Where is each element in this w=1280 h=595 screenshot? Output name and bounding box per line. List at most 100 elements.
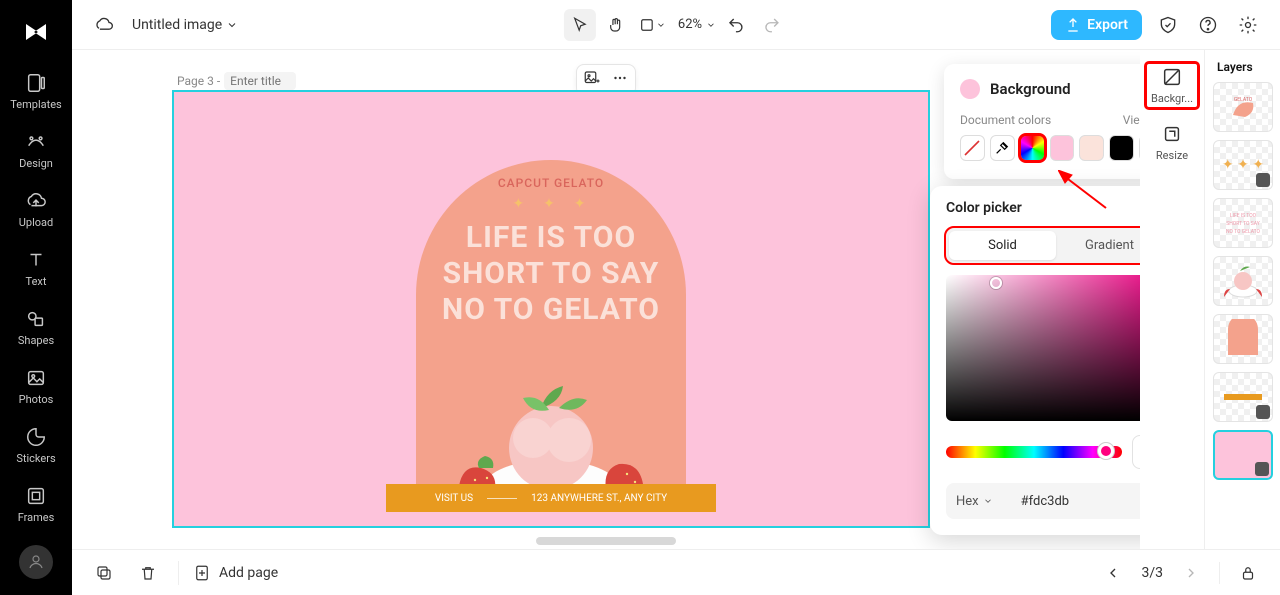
add-page-button[interactable]: Add page [178,561,278,585]
document-name-text: Untitled image [132,17,222,33]
layer-thumb[interactable] [1213,430,1273,480]
right-tool-label: Resize [1156,149,1188,162]
doc-colors-label: Document colors [960,113,1051,127]
chevron-down-icon [983,496,993,506]
color-chip[interactable] [1109,135,1134,161]
picker-tabs: Solid Gradient [946,228,1140,263]
crop-tool[interactable] [636,9,668,41]
color-format-select[interactable]: Hex [956,494,993,509]
color-chip[interactable] [1050,135,1075,161]
design-headline[interactable]: LIFE IS TOO SHORT TO SAY NO TO GELATO [416,220,686,328]
add-page-label: Add page [219,565,278,581]
export-button-label: Export [1087,17,1128,33]
pages-overview-icon[interactable] [90,559,118,587]
right-tools-column: Backgr... Resize [1140,50,1204,595]
tab-gradient[interactable]: Gradient [1056,231,1140,260]
image-plus-icon[interactable] [583,69,601,91]
current-bg-swatch [960,79,980,99]
color-chip[interactable] [1139,135,1140,161]
lock-icon[interactable] [1234,559,1262,587]
headline-line-2: SHORT TO SAY [416,256,686,292]
hex-row: Hex #fdc3db [946,483,1140,519]
svg-text:✦ ✦ ✦: ✦ ✦ ✦ [1221,157,1263,173]
redo-button[interactable] [756,9,788,41]
user-avatar[interactable] [19,545,53,579]
page-title-input[interactable] [224,72,296,90]
more-icon[interactable] [611,69,629,91]
zoom-level[interactable]: 62% [678,17,716,32]
color-picker-chip[interactable] [1020,135,1045,161]
color-chip[interactable] [1079,135,1104,161]
sidebar-item-label: Templates [10,98,61,111]
visit-bar[interactable]: VISIT US 123 ANYWHERE ST., ANY CITY [386,484,716,512]
sidebar-item-shapes[interactable]: Shapes [0,298,72,357]
bottom-bar: Add page 3/3 [72,549,1280,595]
app-logo[interactable] [20,16,52,48]
pager: 3/3 [1099,559,1262,587]
sidebar-item-photos[interactable]: Photos [0,357,72,416]
sidebar-item-upload[interactable]: Upload [0,180,72,239]
chevron-down-icon [706,20,716,30]
upload-icon [1065,17,1081,33]
document-name[interactable]: Untitled image [132,17,238,33]
cloud-icon[interactable] [90,11,118,39]
color-chip-none[interactable] [960,135,985,161]
svg-text:GELATO: GELATO [1233,97,1252,103]
hand-tool[interactable] [600,9,632,41]
export-button[interactable]: Export [1051,10,1142,40]
select-tool[interactable] [564,9,596,41]
layer-badge-icon [1256,173,1270,187]
saturation-value-field[interactable] [946,275,1140,421]
undo-button[interactable] [720,9,752,41]
left-sidebar: Templates Design Upload Text Shapes Phot… [0,0,72,595]
sidebar-item-label: Design [19,157,53,170]
divider [487,498,517,499]
sidebar-item-templates[interactable]: Templates [0,62,72,121]
sidebar-item-label: Stickers [16,452,55,465]
design-canvas[interactable]: CAPCUT GELATO ✦ ✦ ✦ LIFE IS TOO SHORT TO… [172,90,930,528]
topbar-right: Export [1051,10,1262,40]
chevron-down-icon [226,19,238,31]
layer-thumb[interactable]: GELATO [1213,82,1273,132]
background-panel-title: Background [990,80,1071,98]
center-tools: 62% [564,9,788,41]
right-tool-background[interactable]: Backgr... [1147,64,1197,107]
sidebar-item-label: Photos [19,393,54,406]
sidebar-item-label: Shapes [18,334,54,347]
next-page-button[interactable] [1177,559,1205,587]
hex-value[interactable]: #fdc3db [1021,494,1069,509]
sidebar-item-text[interactable]: Text [0,239,72,298]
sidebar-item-frames[interactable]: Frames [0,475,72,534]
layer-thumb[interactable]: ✦ ✦ ✦ [1213,140,1273,190]
design-brand-text[interactable]: CAPCUT GELATO [416,176,686,190]
sidebar-item-label: Frames [18,511,55,524]
color-picker-panel: Color picker Solid Gradient [930,186,1140,535]
sidebar-item-design[interactable]: Design [0,121,72,180]
eyedropper-button[interactable] [1132,435,1140,469]
hue-handle[interactable] [1098,443,1114,459]
hue-slider[interactable] [946,446,1122,458]
layer-thumb[interactable]: LIFE IS TOOSHORT TO SAYNO TO GELATO [1213,198,1273,248]
prev-page-button[interactable] [1099,559,1127,587]
view-all-link[interactable]: View all [1123,113,1140,127]
horizontal-scrollbar[interactable] [536,537,676,545]
shield-icon[interactable] [1154,11,1182,39]
delete-page-icon[interactable] [134,559,162,587]
layer-thumb[interactable] [1213,372,1273,422]
arch-shape[interactable]: CAPCUT GELATO ✦ ✦ ✦ LIFE IS TOO SHORT TO… [416,160,686,508]
right-tool-resize[interactable]: Resize [1156,123,1188,162]
settings-icon[interactable] [1234,11,1262,39]
page-header: Page 3 - [177,72,296,90]
eyedropper-chip[interactable] [990,135,1015,161]
layer-thumb[interactable] [1213,256,1273,306]
color-format-label: Hex [956,494,979,509]
topbar: Untitled image 62% [72,0,1280,50]
sidebar-item-stickers[interactable]: Stickers [0,416,72,475]
background-icon [1161,66,1183,88]
sidebar-item-label: Upload [19,216,53,229]
sv-handle[interactable] [990,277,1002,289]
layer-thumb[interactable] [1213,314,1273,364]
help-icon[interactable] [1194,11,1222,39]
tab-solid[interactable]: Solid [949,231,1056,260]
visit-address: 123 ANYWHERE ST., ANY CITY [531,493,667,504]
